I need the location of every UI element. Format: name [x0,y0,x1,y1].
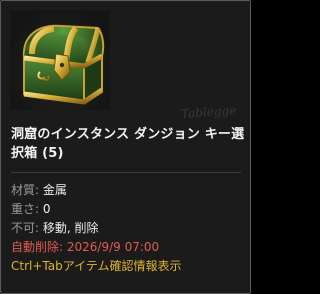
divider [11,172,241,173]
watermark: Tablegge [180,103,237,121]
restriction-value: 移動, 削除 [42,221,99,235]
auto-delete-text: 自動削除: 2026/9/9 07:00 [11,240,160,254]
material-row: 材質: 金属 [11,182,67,198]
restriction-label: 不可: [11,221,43,235]
weight-label: 重さ: [11,202,43,216]
restriction-row: 不可: 移動, 削除 [11,220,99,236]
weight-row: 重さ: 0 [11,201,51,217]
weight-value: 0 [42,202,51,216]
item-name: 洞窟のインスタンス ダンジョン キー選択箱 (5) [11,127,245,161]
item-tooltip: Tablegge 洞窟のインスタンス ダンジョン キー選択箱 (5) 材質: 金… [0,0,251,294]
treasure-chest-icon [10,10,110,110]
material-value: 金属 [42,183,67,197]
detail-hint-text: Ctrl+Tabアイテム確認情報表示 [11,259,182,273]
material-label: 材質: [11,183,43,197]
